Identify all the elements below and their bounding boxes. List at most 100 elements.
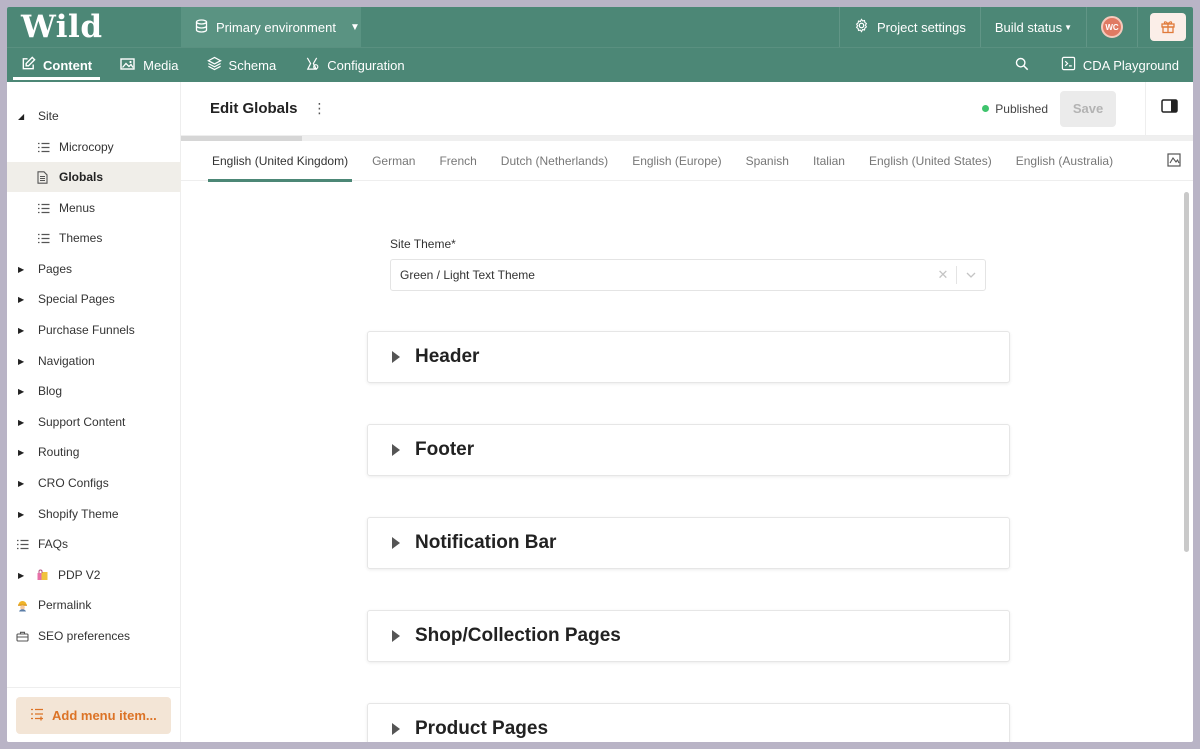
sidebar-item-special-pages[interactable]: ▶ Special Pages	[7, 284, 181, 314]
section-title: Notification Bar	[415, 532, 557, 553]
tab-english-uk[interactable]: English (United Kingdom)	[207, 141, 353, 182]
main-panel: Edit Globals ⋮ Published Save English (U…	[181, 81, 1193, 742]
sidebar-item-menus[interactable]: Menus	[7, 193, 181, 223]
language-tabs: English (United Kingdom) German French D…	[181, 141, 1193, 182]
gift-area	[1137, 7, 1193, 47]
sidebar-item-label: PDP V2	[58, 568, 101, 582]
tab-english-australia[interactable]: English (Australia)	[1016, 141, 1113, 181]
sidebar-item-microcopy[interactable]: Microcopy	[7, 132, 181, 162]
search-button[interactable]	[997, 48, 1047, 82]
save-button[interactable]: Save	[1060, 90, 1116, 127]
list-icon	[37, 203, 51, 214]
worker-icon	[16, 599, 30, 612]
editor-header: Edit Globals ⋮ Published Save	[181, 81, 1193, 136]
sidebar-item-cro-configs[interactable]: ▶ CRO Configs	[7, 468, 181, 498]
image-icon	[120, 57, 136, 74]
nav-schema[interactable]: Schema	[193, 48, 291, 82]
sidebar-item-pdp-v2[interactable]: ▶ PDP V2	[7, 560, 181, 590]
triangle-right-icon: ▶	[18, 325, 25, 335]
sidebar-item-navigation[interactable]: ▶ Navigation	[7, 346, 181, 376]
triangle-right-icon: ▶	[18, 447, 25, 457]
site-theme-select[interactable]: Green / Light Text Theme ✕	[390, 259, 986, 291]
triangle-right-icon: ▶	[18, 356, 25, 366]
user-menu[interactable]: WC	[1086, 7, 1137, 47]
logo[interactable]: Wild	[7, 7, 181, 47]
sidebar-item-label: Navigation	[38, 354, 95, 368]
sidebar-item-seo-preferences[interactable]: SEO preferences	[7, 621, 181, 651]
section-header[interactable]: Header	[367, 331, 1010, 383]
list-icon	[37, 142, 51, 153]
sidebar-item-routing[interactable]: ▶ Routing	[7, 437, 181, 467]
translate-icon[interactable]	[1167, 153, 1183, 169]
sidebar-toggle-button[interactable]	[1145, 81, 1193, 136]
sidebar-item-label: Themes	[59, 231, 103, 245]
triangle-right-icon	[392, 537, 402, 549]
cda-playground-label: CDA Playground	[1082, 57, 1179, 73]
section-footer[interactable]: Footer	[367, 424, 1010, 476]
toolbox-icon	[16, 630, 30, 642]
nav-schema-label: Schema	[228, 57, 277, 73]
main-nav: Content Media Schema Configuration CDA P…	[7, 47, 1193, 82]
environment-label: Primary environment	[216, 19, 336, 35]
tab-french[interactable]: French	[439, 141, 476, 181]
environment-selector[interactable]: Primary environment ▼	[181, 7, 361, 47]
layers-icon	[206, 56, 222, 74]
gift-button[interactable]	[1150, 13, 1186, 41]
nav-media[interactable]: Media	[106, 48, 192, 82]
section-shop-collection-pages[interactable]: Shop/Collection Pages	[367, 610, 1010, 662]
triangle-right-icon	[392, 351, 402, 363]
status-dot-icon	[982, 105, 990, 112]
sidebar-item-site[interactable]: ◢ Site	[7, 101, 181, 131]
sidebar-item-label: CRO Configs	[38, 476, 109, 490]
page-title: Edit Globals	[210, 100, 298, 117]
more-options-icon[interactable]: ⋮	[310, 100, 330, 117]
app-window: Wild Primary environment ▼ Project setti…	[7, 7, 1193, 742]
nav-content[interactable]: Content	[7, 48, 106, 82]
document-icon	[37, 170, 51, 184]
sidebar-item-label: Microcopy	[59, 140, 114, 154]
wrench-icon	[304, 56, 320, 74]
status-badge: Published	[982, 102, 1048, 116]
scrollbar[interactable]	[1184, 192, 1189, 552]
tab-spanish[interactable]: Spanish	[746, 141, 789, 181]
triangle-right-icon: ▶	[18, 264, 25, 274]
section-title: Shop/Collection Pages	[415, 625, 621, 646]
sidebar-item-support-content[interactable]: ▶ Support Content	[7, 407, 181, 437]
sidebar-item-pages[interactable]: ▶ Pages	[7, 254, 181, 284]
project-settings-label: Project settings	[877, 19, 966, 35]
section-title: Footer	[415, 439, 475, 460]
terminal-icon	[1061, 56, 1076, 74]
sidebar-item-shopify-theme[interactable]: ▶ Shopify Theme	[7, 499, 181, 529]
tab-dutch-netherlands[interactable]: Dutch (Netherlands)	[501, 141, 608, 181]
build-status-button[interactable]: Build status ▼	[979, 7, 1086, 47]
caret-down-icon: ▼	[1064, 22, 1072, 32]
sidebar-item-permalink[interactable]: Permalink	[7, 590, 181, 620]
add-menu-item-button[interactable]: Add menu item...	[16, 697, 171, 734]
clear-icon[interactable]: ✕	[930, 267, 956, 283]
sidebar-item-faqs[interactable]: FAQs	[7, 529, 181, 559]
cda-playground-button[interactable]: CDA Playground	[1047, 48, 1193, 82]
sidebar-item-themes[interactable]: Themes	[7, 223, 181, 253]
sidebar-item-label: Support Content	[38, 415, 126, 429]
section-title: Product Pages	[415, 718, 549, 739]
sidebar-divider	[7, 687, 180, 688]
section-title: Header	[415, 346, 480, 367]
triangle-right-icon	[392, 723, 402, 735]
sidebar-item-label: Menus	[59, 201, 96, 215]
sidebar: ◢ Site Microcopy Globals Menus Themes ▶ …	[7, 82, 181, 742]
tab-english-europe[interactable]: English (Europe)	[632, 141, 721, 181]
section-product-pages[interactable]: Product Pages	[367, 703, 1010, 742]
sidebar-item-blog[interactable]: ▶ Blog	[7, 376, 181, 406]
avatar[interactable]: WC	[1101, 16, 1123, 38]
sidebar-item-purchase-funnels[interactable]: ▶ Purchase Funnels	[7, 315, 181, 345]
tab-italian[interactable]: Italian	[813, 141, 845, 181]
triangle-right-icon	[392, 630, 402, 642]
chevron-down-icon[interactable]	[957, 272, 985, 278]
sidebar-item-globals[interactable]: Globals	[7, 162, 181, 192]
section-notification-bar[interactable]: Notification Bar	[367, 517, 1010, 569]
nav-configuration[interactable]: Configuration	[290, 48, 418, 82]
tab-german[interactable]: German	[372, 141, 415, 181]
sidebar-item-label: Shopify Theme	[38, 507, 119, 521]
project-settings-button[interactable]: Project settings	[839, 7, 980, 47]
tab-english-us[interactable]: English (United States)	[869, 141, 992, 181]
